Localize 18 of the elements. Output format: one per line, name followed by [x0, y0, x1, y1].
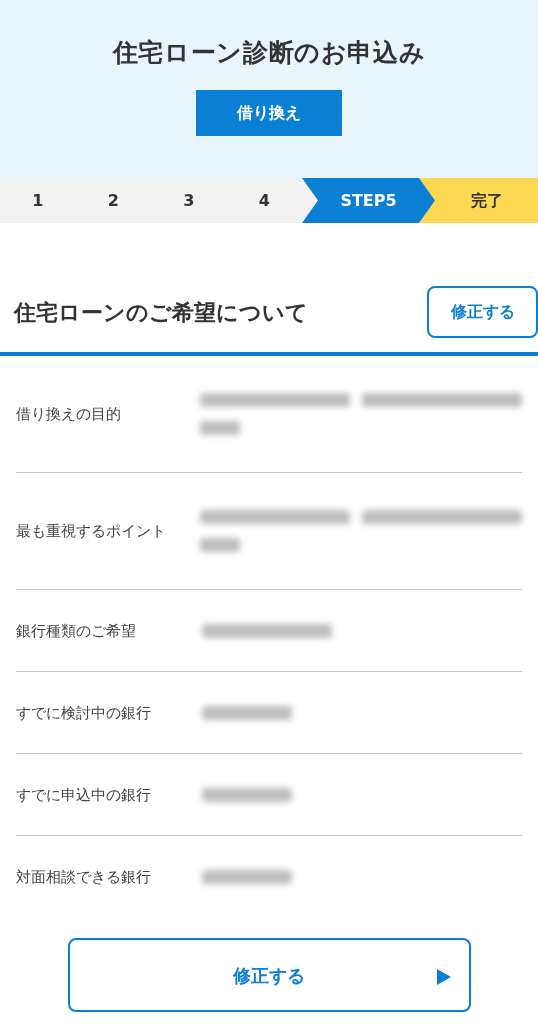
play-arrow-icon	[436, 969, 451, 985]
complete-step: 完了	[419, 178, 538, 223]
current-step: STEP5	[302, 178, 435, 223]
refinance-label: 借り換え	[196, 89, 342, 136]
section-title: 住宅ローンのご希望について	[14, 298, 308, 327]
step-item: 1	[31, 189, 45, 212]
field-label: 対面相談できる銀行	[16, 867, 152, 888]
step-item: 2	[106, 189, 120, 212]
edit-button[interactable]: 修正する	[67, 938, 471, 1012]
field-label: すでに検討中の銀行	[16, 702, 152, 724]
step-item: 3	[182, 189, 196, 212]
edit-button[interactable]: 修正する	[427, 286, 538, 338]
field-label: 銀行種類のご希望	[16, 620, 137, 642]
field-label: 借り換えの目的	[16, 404, 122, 425]
field-label: 最も重視するポイント	[16, 521, 167, 542]
step-item: 4	[257, 189, 271, 212]
page-title: 住宅ローン診断のお申込み	[112, 37, 426, 69]
field-label: すでに申込中の銀行	[16, 784, 152, 806]
